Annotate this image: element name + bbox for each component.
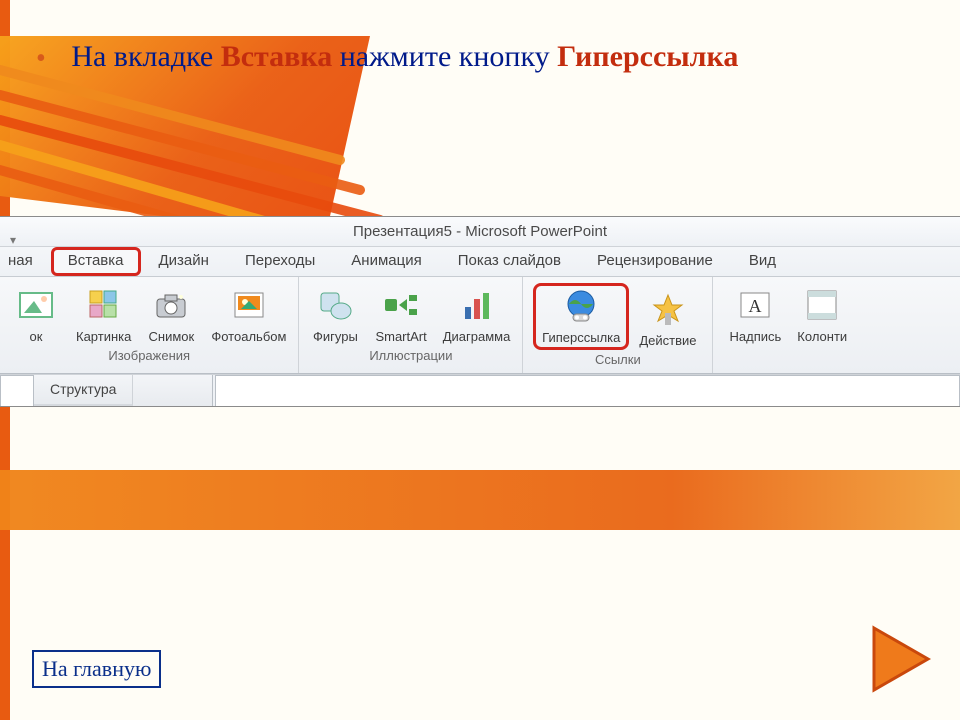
- panel-tab-outline[interactable]: Структура: [34, 375, 133, 406]
- action-icon: [648, 289, 688, 329]
- btn-textbox[interactable]: A Надпись: [724, 283, 788, 346]
- btn-image-partial[interactable]: ок: [6, 283, 66, 346]
- slide-canvas[interactable]: [215, 375, 960, 406]
- tab-design[interactable]: Дизайн: [141, 247, 227, 276]
- btn-action[interactable]: Действие: [633, 287, 702, 350]
- instruction-text: • На вкладке Вставка нажмите кнопку Гипе…: [36, 40, 948, 75]
- tab-review[interactable]: Рецензирование: [579, 247, 731, 276]
- btn-screenshot[interactable]: Снимок: [141, 283, 201, 346]
- title-bar: ▾ Презентация5 - Microsoft PowerPoint: [0, 217, 960, 247]
- clipart-icon: [84, 285, 124, 325]
- powerpoint-window: ▾ Презентация5 - Microsoft PowerPoint на…: [0, 216, 960, 407]
- group-links-title: Ссылки: [527, 350, 708, 371]
- btn-smartart[interactable]: SmartArt: [369, 283, 432, 346]
- bullet-icon: •: [36, 43, 46, 74]
- image-icon: [16, 285, 56, 325]
- btn-photoalbum[interactable]: Фотоальбом: [205, 283, 292, 346]
- group-text-title: [717, 346, 859, 367]
- group-images-title: Изображения: [4, 346, 294, 367]
- window-title: Презентация5 - Microsoft PowerPoint: [353, 223, 607, 240]
- smartart-icon: [381, 285, 421, 325]
- instruction-kw2: Гиперссылка: [557, 40, 738, 73]
- qat-dropdown-icon[interactable]: ▾: [10, 225, 16, 255]
- btn-shapes[interactable]: Фигуры: [305, 283, 365, 346]
- tab-transitions[interactable]: Переходы: [227, 247, 333, 276]
- btn-chart[interactable]: Диаграмма: [437, 283, 517, 346]
- tab-insert[interactable]: Вставка: [51, 247, 141, 276]
- btn-clipart[interactable]: Картинка: [70, 283, 137, 346]
- shapes-icon: [315, 285, 355, 325]
- tab-animation[interactable]: Анимация: [333, 247, 439, 276]
- instruction-mid: нажмите кнопку: [332, 40, 557, 73]
- btn-hyperlink[interactable]: Гиперссылка: [533, 283, 629, 350]
- group-illustr-title: Иллюстрации: [303, 346, 518, 367]
- svg-text:A: A: [749, 296, 762, 316]
- instruction-kw1: Вставка: [221, 40, 332, 73]
- accent-band: [0, 470, 960, 530]
- panel-tab-slides[interactable]: [0, 375, 34, 406]
- globe-link-icon: [561, 286, 601, 326]
- ribbon: ок Картинка Снимок: [0, 277, 960, 374]
- group-images: ок Картинка Снимок: [0, 277, 299, 373]
- next-slide-button[interactable]: [870, 624, 932, 694]
- chart-icon: [457, 285, 497, 325]
- headerfooter-icon: [802, 285, 842, 325]
- tab-view[interactable]: Вид: [731, 247, 794, 276]
- tab-slideshow[interactable]: Показ слайдов: [440, 247, 579, 276]
- ribbon-tabs: ная Вставка Дизайн Переходы Анимация Пок…: [0, 247, 960, 277]
- left-panel: Структура: [0, 374, 960, 406]
- camera-icon: [151, 285, 191, 325]
- group-text: A Надпись Колонти: [713, 277, 863, 373]
- group-links: Гиперссылка Действие Ссылки: [523, 277, 713, 373]
- textbox-icon: A: [735, 285, 775, 325]
- instruction-pre: На вкладке: [71, 40, 220, 73]
- home-link[interactable]: На главную: [32, 650, 161, 688]
- btn-headerfooter-partial[interactable]: Колонти: [791, 283, 853, 346]
- photoalbum-icon: [229, 285, 269, 325]
- group-illustrations: Фигуры SmartArt Диаграмма Иллюстрации: [299, 277, 523, 373]
